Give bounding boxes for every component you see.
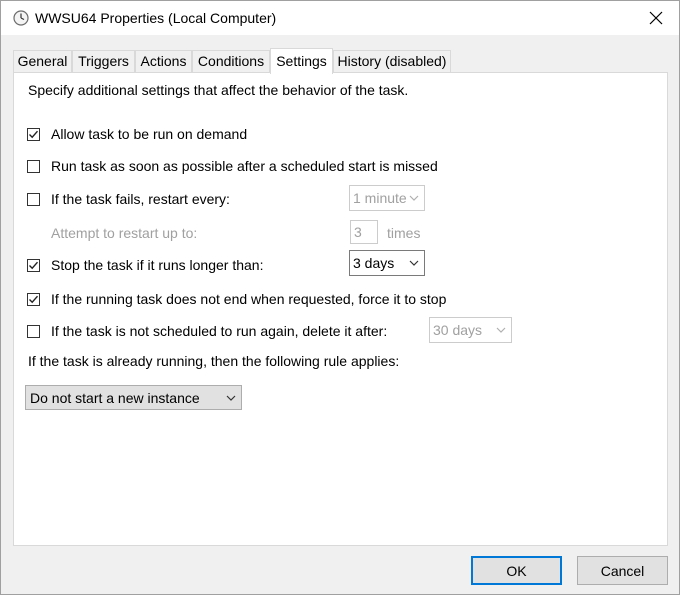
window-title: WWSU64 Properties (Local Computer) xyxy=(35,10,277,26)
checkmark-icon xyxy=(29,295,39,303)
allow-on-demand-label: Allow task to be run on demand xyxy=(51,126,248,142)
rule-label: If the task is already running, then the… xyxy=(28,353,400,369)
clock-icon xyxy=(13,10,29,26)
run-asap-checkbox[interactable] xyxy=(27,159,40,173)
restart-fail-checkbox[interactable] xyxy=(27,192,40,206)
force-stop-checkbox[interactable] xyxy=(27,292,40,306)
running-rule-value: Do not start a new instance xyxy=(30,389,200,406)
chevron-down-icon xyxy=(496,327,506,333)
stop-duration-select[interactable]: 3 days xyxy=(349,250,425,276)
restart-interval-select[interactable]: 1 minute xyxy=(349,185,425,211)
run-asap-label: Run task as soon as possible after a sch… xyxy=(51,158,438,174)
delete-after-checkbox[interactable] xyxy=(27,324,40,338)
stop-longer-row: Stop the task if it runs longer than: xyxy=(27,255,263,275)
checkmark-icon xyxy=(29,261,39,269)
title-bar: WWSU64 Properties (Local Computer) xyxy=(1,1,679,35)
delete-after-select[interactable]: 30 days xyxy=(429,317,512,343)
tab-conditions[interactable]: Conditions xyxy=(192,50,270,73)
stop-longer-label: Stop the task if it runs longer than: xyxy=(51,257,264,273)
restart-attempts-input[interactable]: 3 xyxy=(350,220,378,244)
delete-after-row: If the task is not scheduled to run agai… xyxy=(27,321,387,341)
allow-on-demand-row: Allow task to be run on demand xyxy=(27,124,247,144)
stop-longer-checkbox[interactable] xyxy=(27,258,40,272)
run-asap-row: Run task as soon as possible after a sch… xyxy=(27,156,438,176)
close-button[interactable] xyxy=(641,5,671,31)
properties-dialog: WWSU64 Properties (Local Computer) Gener… xyxy=(0,0,680,595)
tab-general[interactable]: General xyxy=(13,50,72,73)
restart-interval-value: 1 minute xyxy=(353,190,407,206)
delete-after-value: 30 days xyxy=(433,322,483,338)
settings-panel: Specify additional settings that affect … xyxy=(13,72,668,546)
chevron-down-icon xyxy=(409,260,419,266)
tab-triggers[interactable]: Triggers xyxy=(72,50,135,73)
force-stop-label: If the running task does not end when re… xyxy=(51,291,447,307)
allow-on-demand-checkbox[interactable] xyxy=(27,127,40,141)
tab-settings[interactable]: Settings xyxy=(270,48,333,74)
delete-after-label: If the task is not scheduled to run agai… xyxy=(51,323,388,339)
stop-duration-value: 3 days xyxy=(353,255,395,271)
restart-fail-label: If the task fails, restart every: xyxy=(51,191,230,207)
ok-button[interactable]: OK xyxy=(471,556,562,585)
restart-attempts-label: Attempt to restart up to: xyxy=(51,225,198,241)
tab-history[interactable]: History (disabled) xyxy=(333,50,451,73)
chevron-down-icon xyxy=(226,395,236,401)
force-stop-row: If the running task does not end when re… xyxy=(27,289,446,309)
restart-attempts-unit: times xyxy=(387,225,421,241)
checkmark-icon xyxy=(29,130,39,138)
close-icon xyxy=(649,11,663,25)
restart-fail-row: If the task fails, restart every: xyxy=(27,189,230,209)
cancel-button[interactable]: Cancel xyxy=(577,556,668,585)
running-rule-select[interactable]: Do not start a new instance xyxy=(25,385,242,410)
settings-description: Specify additional settings that affect … xyxy=(28,82,409,98)
tab-actions[interactable]: Actions xyxy=(135,50,192,73)
chevron-down-icon xyxy=(409,195,419,201)
